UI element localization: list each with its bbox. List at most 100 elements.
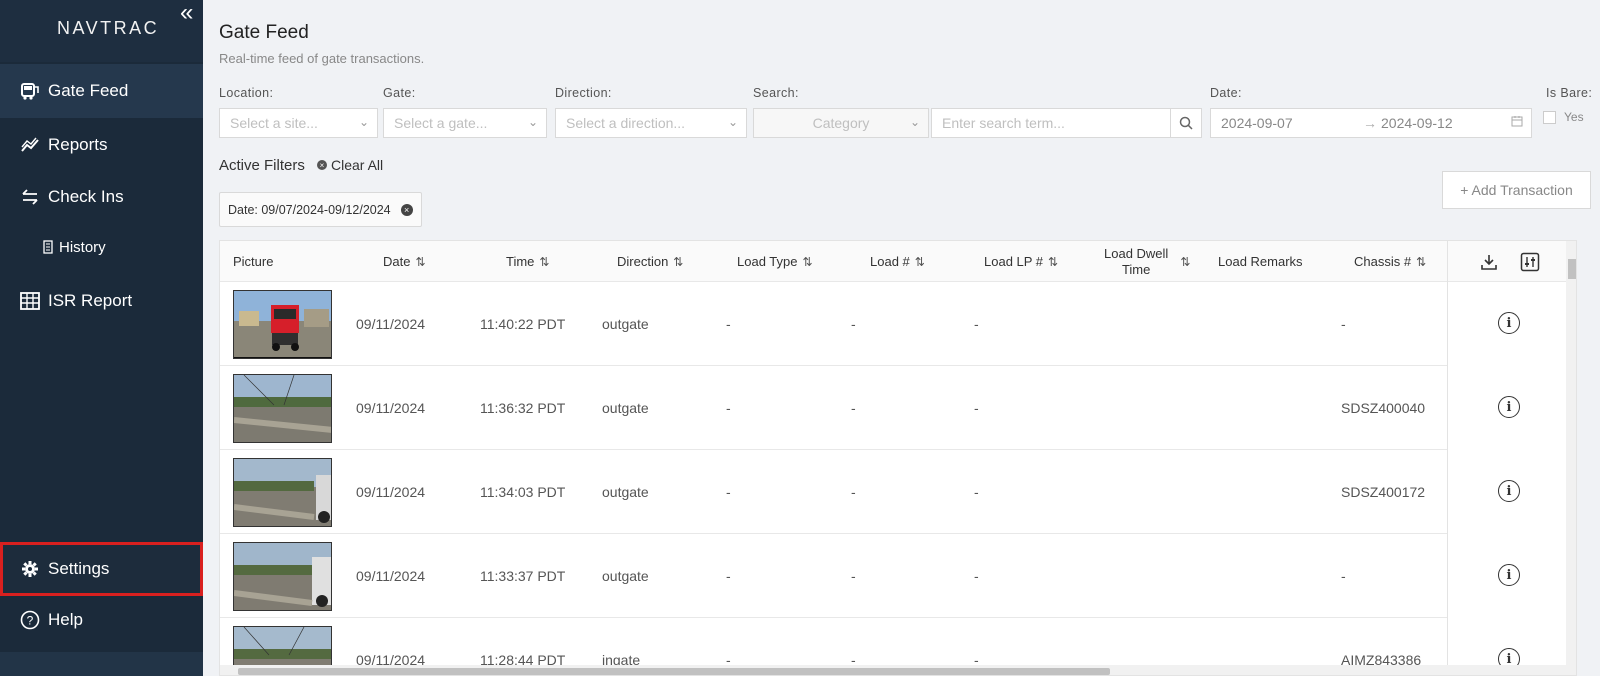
sidebar: NAVTRAC « Gate Feed Reports Check Ins Hi… bbox=[0, 0, 203, 676]
truck-photo[interactable] bbox=[233, 458, 332, 527]
is-bare-checkbox[interactable] bbox=[1543, 111, 1556, 124]
col-label: Load Type bbox=[737, 254, 798, 269]
row-load-type: - bbox=[726, 400, 731, 416]
category-select[interactable]: Category ⌄ bbox=[753, 108, 929, 138]
date-from: 2024-09-07 bbox=[1221, 115, 1293, 131]
is-bare-label: Is Bare: bbox=[1546, 86, 1593, 100]
sidebar-item-reports[interactable]: Reports bbox=[0, 118, 203, 172]
row-direction: outgate bbox=[602, 400, 649, 416]
table-row[interactable]: 09/11/2024 11:40:22 PDT outgate - - - - bbox=[220, 282, 1576, 366]
scrollbar-thumb[interactable] bbox=[238, 668, 1110, 675]
date-filter-chip: Date: 09/07/2024-09/12/2024 × bbox=[219, 192, 422, 227]
info-icon[interactable]: i bbox=[1498, 312, 1520, 334]
col-picture: Picture bbox=[233, 241, 273, 282]
vertical-scrollbar[interactable] bbox=[1566, 241, 1576, 675]
download-icon[interactable] bbox=[1480, 253, 1498, 276]
search-button[interactable] bbox=[1170, 108, 1202, 138]
table-row[interactable]: 09/11/2024 11:34:03 PDT outgate - - - SD… bbox=[220, 450, 1576, 534]
truck-photo[interactable] bbox=[233, 290, 332, 359]
sidebar-item-help[interactable]: ? Help bbox=[0, 593, 203, 647]
col-label: Direction bbox=[617, 254, 669, 269]
sort-icon[interactable]: ⇅ bbox=[415, 255, 425, 269]
row-time: 11:40:22 PDT bbox=[480, 316, 566, 332]
clear-all-button[interactable]: × Clear All bbox=[317, 157, 383, 173]
horizontal-scrollbar[interactable] bbox=[220, 665, 1566, 675]
col-label: Load # bbox=[870, 254, 910, 269]
scrollbar-thumb[interactable] bbox=[1568, 259, 1576, 279]
info-icon[interactable]: i bbox=[1498, 480, 1520, 502]
row-load-num: - bbox=[851, 568, 856, 584]
sort-icon[interactable]: ⇅ bbox=[915, 255, 925, 269]
info-icon[interactable]: i bbox=[1498, 396, 1520, 418]
page-title: Gate Feed bbox=[219, 22, 309, 43]
category-placeholder: Category bbox=[812, 115, 870, 131]
row-chassis: - bbox=[1341, 316, 1346, 332]
col-load-lp[interactable]: Load LP # ⇅ bbox=[984, 241, 1058, 282]
sort-icon[interactable]: ⇅ bbox=[539, 255, 549, 269]
sort-icon[interactable]: ⇅ bbox=[673, 255, 683, 269]
table-header: Picture Date ⇅ Time ⇅ Direction ⇅ Load Type… bbox=[220, 241, 1576, 282]
is-bare-yes-label: Yes bbox=[1564, 110, 1584, 124]
close-icon: × bbox=[317, 160, 327, 170]
table-row[interactable]: 09/11/2024 11:36:32 PDT outgate - - - SD… bbox=[220, 366, 1576, 450]
col-label: Time bbox=[506, 254, 535, 269]
help-circle-icon: ? bbox=[20, 610, 40, 630]
column-settings-icon[interactable] bbox=[1520, 252, 1540, 277]
row-date: 09/11/2024 bbox=[356, 568, 426, 584]
col-label: Chassis # bbox=[1354, 254, 1412, 269]
sidebar-item-label: Check Ins bbox=[48, 187, 124, 206]
row-load-lp: - bbox=[974, 400, 979, 416]
location-label: Location: bbox=[219, 86, 274, 100]
row-chassis: SDSZ400040 bbox=[1341, 400, 1426, 416]
col-chassis[interactable]: Chassis # ⇅ bbox=[1354, 241, 1426, 282]
calendar-icon bbox=[1511, 115, 1523, 130]
document-icon bbox=[42, 237, 54, 257]
col-load-dwell[interactable]: Load Dwell Time ⇅ bbox=[1104, 241, 1190, 282]
col-label-line: Time bbox=[1121, 261, 1151, 277]
row-load-num: - bbox=[851, 484, 856, 500]
col-direction[interactable]: Direction ⇅ bbox=[617, 241, 683, 282]
actions-column: i i i i i bbox=[1447, 241, 1576, 675]
sort-icon[interactable]: ⇅ bbox=[1416, 255, 1426, 269]
chart-line-icon bbox=[20, 135, 40, 155]
sidebar-item-history[interactable]: History bbox=[0, 220, 203, 274]
truck-photo[interactable] bbox=[233, 374, 332, 443]
gate-select[interactable]: Select a gate... ⌄ bbox=[383, 108, 547, 138]
svg-text:?: ? bbox=[27, 614, 34, 628]
add-transaction-button[interactable]: + Add Transaction bbox=[1442, 171, 1591, 209]
row-date: 09/11/2024 bbox=[356, 484, 426, 500]
col-time[interactable]: Time ⇅ bbox=[506, 241, 549, 282]
location-select[interactable]: Select a site... ⌄ bbox=[219, 108, 378, 138]
sidebar-footer bbox=[0, 652, 203, 676]
sort-icon[interactable]: ⇅ bbox=[1180, 254, 1190, 270]
remove-filter-icon[interactable]: × bbox=[400, 203, 413, 216]
sidebar-item-check-ins[interactable]: Check Ins bbox=[0, 170, 203, 224]
col-label: Load Remarks bbox=[1218, 254, 1303, 269]
collapse-sidebar-icon[interactable]: « bbox=[180, 1, 193, 25]
gear-icon bbox=[20, 559, 40, 579]
table-row[interactable]: 09/11/2024 11:33:37 PDT outgate - - - - bbox=[220, 534, 1576, 618]
sidebar-item-isr-report[interactable]: ISR Report bbox=[0, 274, 203, 328]
direction-select[interactable]: Select a direction... ⌄ bbox=[555, 108, 747, 138]
sidebar-item-label: ISR Report bbox=[48, 291, 133, 310]
row-date: 09/11/2024 bbox=[356, 400, 426, 416]
sort-icon[interactable]: ⇅ bbox=[802, 255, 812, 269]
date-range-picker[interactable]: 2024-09-07 → 2024-09-12 bbox=[1210, 108, 1532, 138]
sidebar-item-gate-feed[interactable]: Gate Feed bbox=[0, 64, 203, 118]
row-direction: outgate bbox=[602, 316, 649, 332]
search-input[interactable]: Enter search term... bbox=[931, 108, 1171, 138]
active-filters-label: Active Filters bbox=[219, 157, 305, 174]
sidebar-item-settings[interactable]: Settings bbox=[0, 542, 203, 596]
row-load-type: - bbox=[726, 568, 731, 584]
col-load-type[interactable]: Load Type ⇅ bbox=[737, 241, 813, 282]
main-content: Gate Feed Real-time feed of gate transac… bbox=[203, 0, 1600, 676]
info-icon[interactable]: i bbox=[1498, 564, 1520, 586]
sort-icon[interactable]: ⇅ bbox=[1048, 255, 1058, 269]
sidebar-item-label: Settings bbox=[48, 559, 110, 578]
truck-photo[interactable] bbox=[233, 542, 332, 611]
col-date[interactable]: Date ⇅ bbox=[383, 241, 426, 282]
col-label: Picture bbox=[233, 254, 274, 269]
actions-header bbox=[1448, 241, 1576, 282]
row-load-num: - bbox=[851, 400, 856, 416]
col-load-num[interactable]: Load # ⇅ bbox=[870, 241, 925, 282]
